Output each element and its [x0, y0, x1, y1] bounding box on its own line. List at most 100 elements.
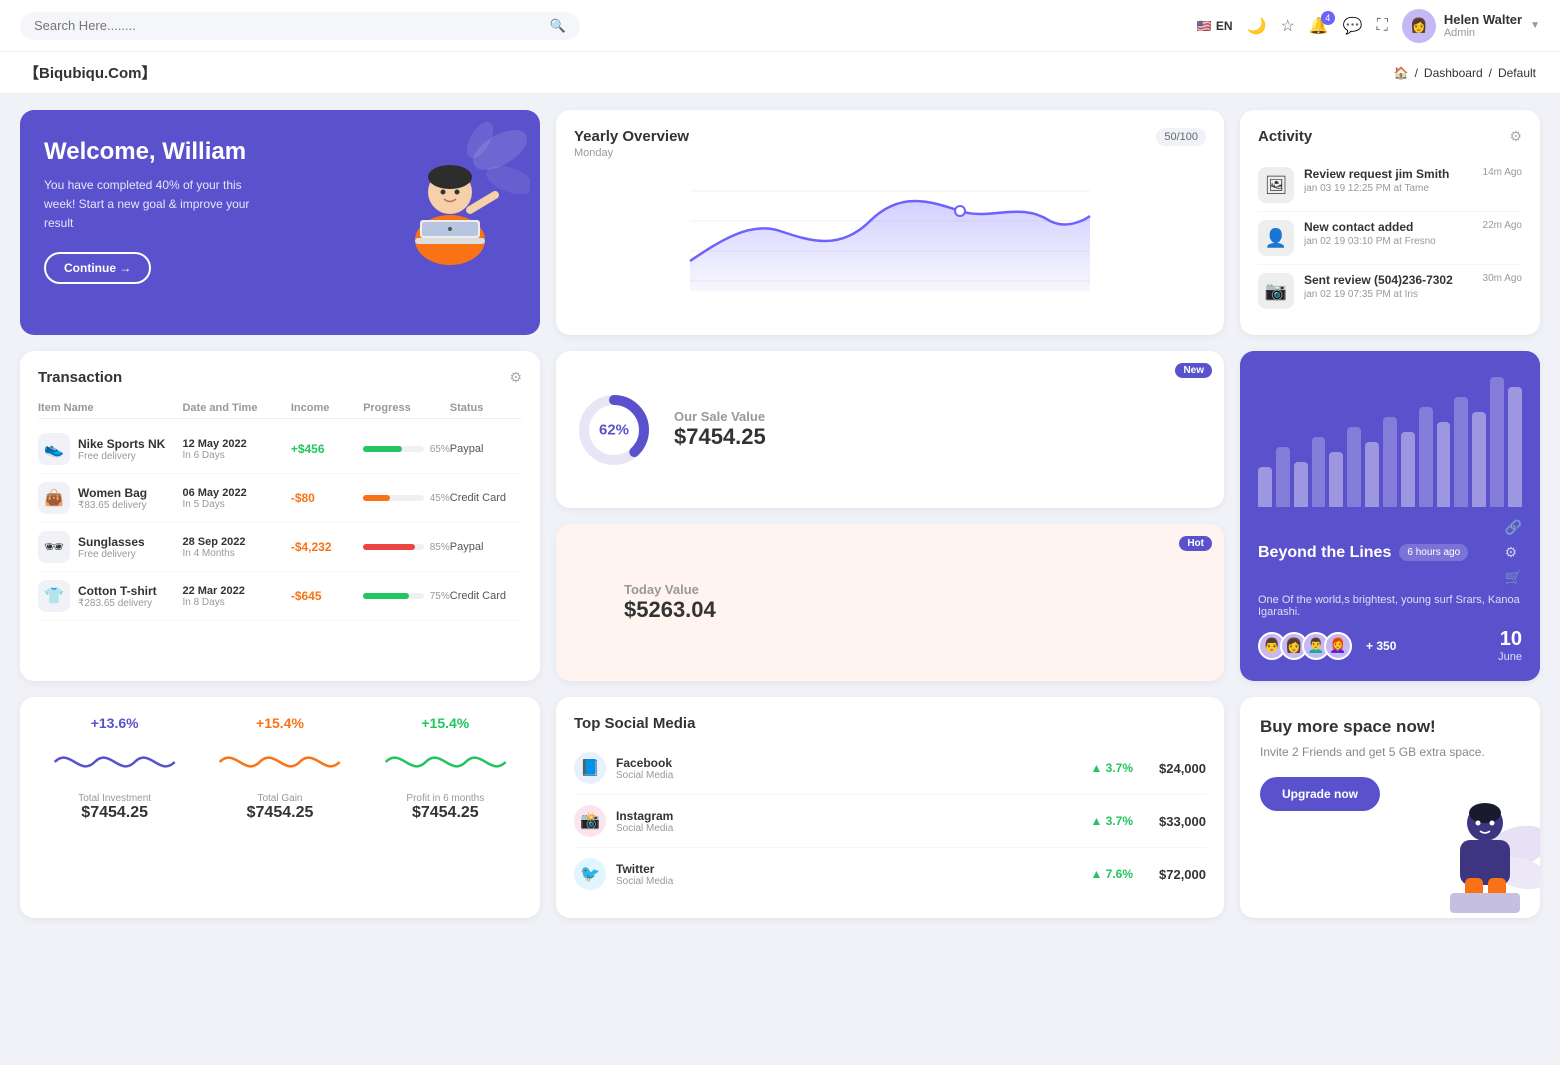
main-bars — [1258, 377, 1522, 507]
language-label: EN — [1216, 19, 1233, 33]
bar-item — [1508, 387, 1522, 507]
fullscreen-icon[interactable]: ⛶ — [1377, 17, 1388, 35]
stat-value: $7454.25 — [81, 804, 148, 822]
donut-label: 62% — [599, 421, 629, 438]
sale-value-card: 62% Our Sale Value $7454.25 New — [556, 351, 1224, 508]
stat-label: Profit in 6 months — [406, 793, 484, 804]
item-sub: ₹283.65 delivery — [78, 598, 157, 609]
progress-fill — [363, 495, 390, 501]
new-badge: New — [1175, 363, 1212, 378]
bar-item — [1401, 432, 1415, 507]
transaction-settings-icon[interactable]: ⚙ — [509, 369, 522, 386]
social-icon: 📘 — [574, 752, 606, 784]
item-name: Nike Sports NK — [78, 437, 165, 451]
breadcrumb: 🏠 / Dashboard / Default — [1394, 66, 1536, 80]
item-name: Sunglasses — [78, 535, 145, 549]
stat-wave — [38, 737, 191, 787]
search-input[interactable] — [34, 18, 542, 33]
chart-icon-3[interactable]: 🛒 — [1505, 569, 1522, 586]
activity-item-time: 22m Ago — [1483, 220, 1522, 231]
col-date: Date and Time — [182, 402, 290, 414]
home-icon[interactable]: 🏠 — [1394, 66, 1409, 80]
item-status: Paypal — [450, 443, 522, 455]
item-date: 28 Sep 2022 In 4 Months — [182, 536, 290, 559]
date-sub: In 4 Months — [182, 548, 290, 559]
bar-item — [1419, 407, 1433, 507]
social-growth: ▲ 7.6% — [1090, 867, 1133, 881]
user-name: Helen Walter — [1444, 12, 1522, 27]
social-info: Facebook Social Media — [616, 756, 673, 781]
separator: / — [1415, 66, 1418, 80]
stat-label: Total Gain — [257, 793, 302, 804]
social-rows: 📘 Facebook Social Media ▲ 3.7% $24,000 📸… — [574, 742, 1206, 900]
notification-bell[interactable]: 🔔 4 — [1309, 16, 1329, 36]
yearly-overview-card: Yearly Overview Monday 50/100 — [556, 110, 1224, 335]
progress-pct: 65% — [430, 444, 450, 455]
chart-icon-2[interactable]: ⚙ — [1505, 544, 1522, 561]
main-content: Welcome, William You have completed 40% … — [0, 94, 1560, 934]
brand-logo[interactable]: 【Biqubiqu.Com】 — [24, 62, 156, 83]
search-bar[interactable]: 🔍 — [20, 12, 580, 40]
yearly-subtitle: Monday — [574, 147, 689, 159]
sale-info: Our Sale Value $7454.25 — [674, 409, 766, 450]
date-main: 12 May 2022 — [182, 438, 290, 450]
today-value-card: Today Value $5263.04 Hot — [556, 524, 1224, 681]
upgrade-button[interactable]: Upgrade now — [1260, 777, 1380, 811]
dropdown-icon: ▼ — [1530, 20, 1540, 31]
upgrade-card: Buy more space now! Invite 2 Friends and… — [1240, 697, 1540, 918]
stat-item: +15.4% Total Gain $7454.25 — [203, 715, 356, 900]
activity-item-title: Review request jim Smith — [1304, 167, 1473, 181]
nav-icons: 🇺🇸 EN 🌙 ☆ 🔔 4 💬 ⛶ 👩 Helen Walter Admin ▼ — [1197, 9, 1540, 43]
sale-value-amount: $7454.25 — [674, 424, 766, 450]
search-icon: 🔍 — [550, 18, 566, 34]
language-selector[interactable]: 🇺🇸 EN — [1197, 19, 1233, 33]
bar-chart-card: Beyond the Lines 6 hours ago 🔗 ⚙ 🛒 One O… — [1240, 351, 1540, 681]
item-sub: ₹83.65 delivery — [78, 500, 147, 511]
yearly-progress: 50/100 — [1156, 128, 1206, 146]
item-sub: Free delivery — [78, 549, 145, 560]
theme-toggle[interactable]: 🌙 — [1247, 16, 1267, 36]
chart-icon-1[interactable]: 🔗 — [1505, 519, 1522, 536]
breadcrumb-bar: 【Biqubiqu.Com】 🏠 / Dashboard / Default — [0, 52, 1560, 94]
item-info: 🕶 Sunglasses Free delivery — [38, 531, 182, 563]
event-date-month: June — [1498, 651, 1522, 663]
user-menu[interactable]: 👩 Helen Walter Admin ▼ — [1402, 9, 1540, 43]
breadcrumb-current: Default — [1498, 66, 1536, 80]
chat-icon[interactable]: 💬 — [1343, 16, 1363, 36]
star-icon[interactable]: ☆ — [1280, 16, 1294, 36]
activity-thumb: 📷 — [1258, 273, 1294, 309]
social-info: Instagram Social Media — [616, 809, 673, 834]
notification-badge: 4 — [1321, 11, 1335, 25]
event-date-num: 10 — [1498, 628, 1522, 651]
today-value-amount: $5263.04 — [624, 597, 716, 623]
item-info: 👕 Cotton T-shirt ₹283.65 delivery — [38, 580, 182, 612]
social-growth: ▲ 3.7% — [1090, 761, 1133, 775]
beyond-desc: One Of the world,s brightest, young surf… — [1258, 594, 1522, 618]
transaction-col-headers: Item Name Date and Time Income Progress … — [38, 398, 522, 419]
date-sub: In 6 Days — [182, 450, 290, 461]
bar-item — [1490, 377, 1504, 507]
breadcrumb-dashboard[interactable]: Dashboard — [1424, 66, 1483, 80]
col-progress: Progress — [363, 402, 450, 414]
activity-thumb: 👤 — [1258, 220, 1294, 256]
avatar: 👩 — [1402, 9, 1436, 43]
item-status: Paypal — [450, 541, 522, 553]
item-income: -$645 — [291, 589, 363, 603]
activity-settings-icon[interactable]: ⚙ — [1509, 128, 1522, 145]
item-info: 👜 Women Bag ₹83.65 delivery — [38, 482, 182, 514]
activity-item-sub: jan 02 19 07:35 PM at Iris — [1304, 289, 1473, 300]
separator2: / — [1489, 66, 1492, 80]
social-amount: $24,000 — [1159, 761, 1206, 776]
event-date: 10 June — [1498, 628, 1522, 663]
people-avatars: 👨 👩 👨‍🦱 👩‍🦰 — [1258, 632, 1352, 660]
table-row: 🕶 Sunglasses Free delivery 28 Sep 2022 I… — [38, 523, 522, 572]
event-people: 👨 👩 👨‍🦱 👩‍🦰 + 350 10 June — [1258, 628, 1522, 663]
progress-wrap: 65% — [363, 444, 450, 455]
stat-pct: +13.6% — [91, 715, 139, 731]
social-icon: 📸 — [574, 805, 606, 837]
welcome-card: Welcome, William You have completed 40% … — [20, 110, 540, 335]
transaction-header: Transaction ⚙ — [38, 369, 522, 386]
item-income: +$456 — [291, 442, 363, 456]
donut-chart: 62% — [574, 390, 654, 470]
continue-button[interactable]: Continue → — [44, 252, 151, 284]
